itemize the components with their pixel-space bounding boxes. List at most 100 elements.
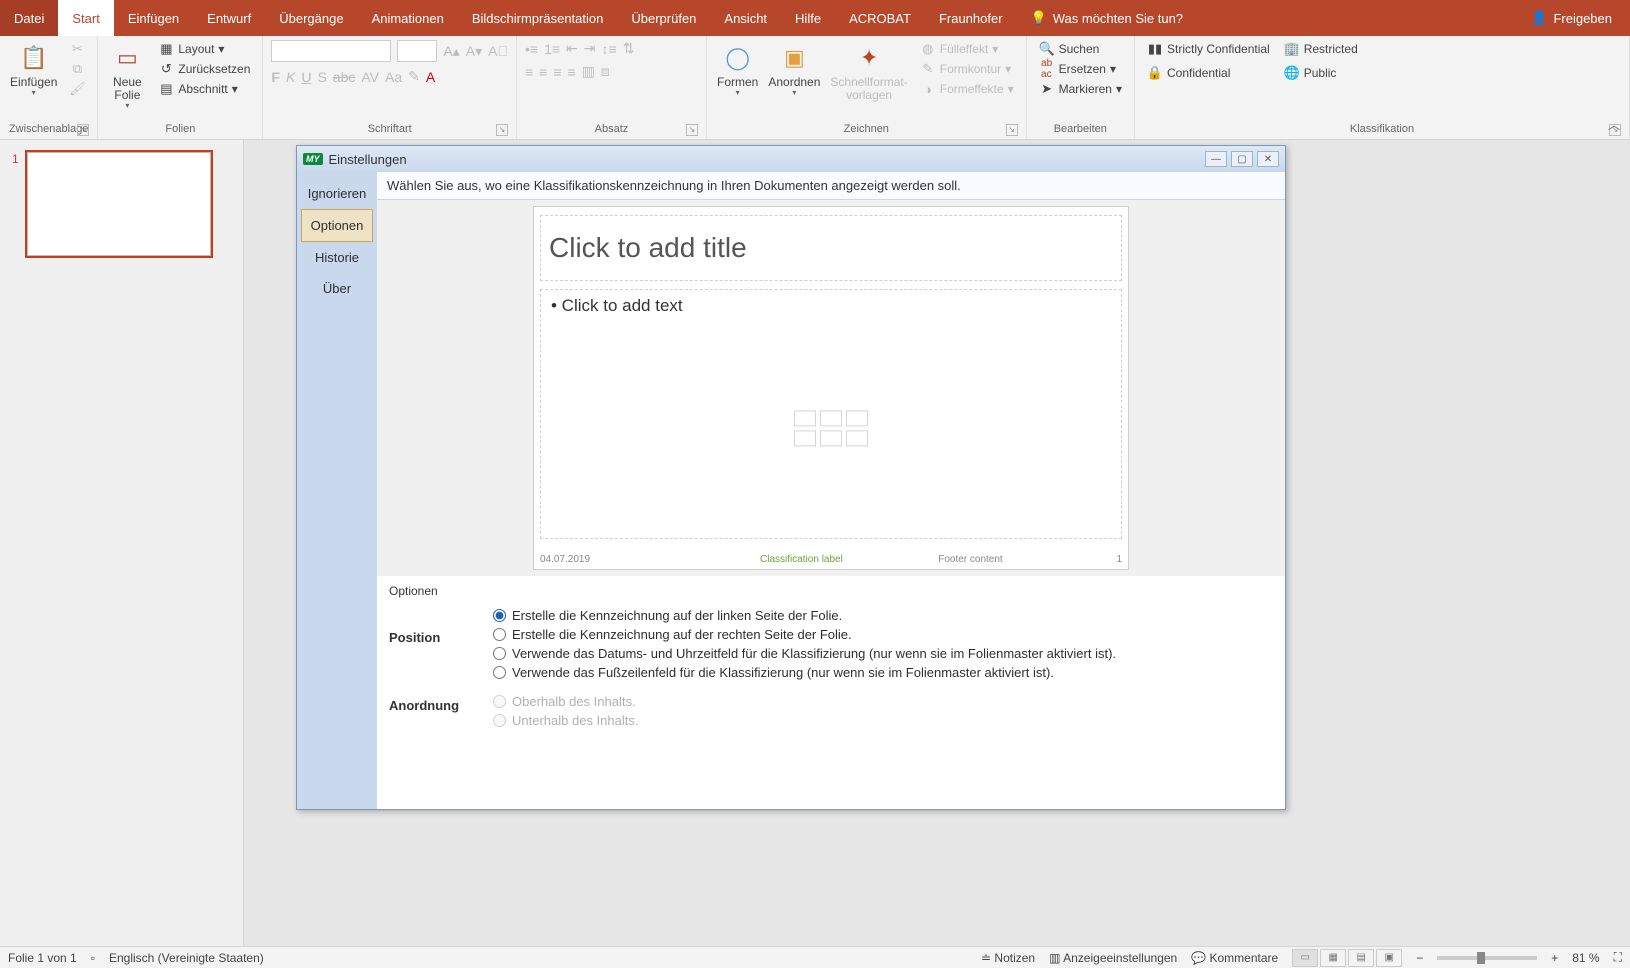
tell-me-label: Was möchten Sie tun? bbox=[1053, 11, 1183, 26]
dialog-launcher-icon[interactable]: ↘ bbox=[686, 124, 698, 136]
arrange-button[interactable]: ▣Anordnen▾ bbox=[766, 40, 822, 100]
spellcheck-icon[interactable]: ▫ bbox=[91, 951, 95, 965]
position-right-radio[interactable]: Erstelle die Kennzeichnung auf der recht… bbox=[493, 627, 1116, 642]
zoom-level[interactable]: 81 % bbox=[1572, 951, 1599, 965]
order-above-radio[interactable]: Oberhalb des Inhalts. bbox=[493, 694, 638, 709]
sidebar-item-history[interactable]: Historie bbox=[297, 242, 377, 273]
sorter-view-button[interactable]: ▦ bbox=[1320, 949, 1346, 967]
decrease-font-icon[interactable]: A▾ bbox=[466, 43, 482, 60]
format-painter-button[interactable]: 🖌 bbox=[65, 80, 89, 98]
increase-font-icon[interactable]: A▴ bbox=[443, 43, 459, 60]
tab-slideshow[interactable]: Bildschirmpräsentation bbox=[458, 0, 618, 36]
find-button[interactable]: 🔍Suchen bbox=[1035, 40, 1126, 58]
cut-button[interactable]: ✂ bbox=[65, 40, 89, 58]
tab-transitions[interactable]: Übergänge bbox=[265, 0, 357, 36]
slideshow-view-button[interactable]: ▣ bbox=[1376, 949, 1402, 967]
minimize-button[interactable]: ― bbox=[1205, 151, 1227, 167]
tab-help[interactable]: Hilfe bbox=[781, 0, 835, 36]
shape-outline-button[interactable]: ✎Formkontur ▾ bbox=[916, 60, 1018, 78]
replace-button[interactable]: abacErsetzen ▾ bbox=[1035, 60, 1126, 78]
display-settings-button[interactable]: ▥ Anzeigeeinstellungen bbox=[1049, 951, 1177, 965]
increase-indent-button[interactable]: ⇥ bbox=[584, 40, 596, 57]
bold-button[interactable]: F bbox=[271, 69, 280, 85]
select-button[interactable]: ➤Markieren ▾ bbox=[1035, 80, 1126, 98]
quick-styles-button[interactable]: ✦Schnellformat-vorlagen bbox=[828, 40, 909, 104]
reset-button[interactable]: ↺Zurücksetzen bbox=[154, 60, 254, 78]
text-direction-button[interactable]: ⇅ bbox=[623, 40, 635, 57]
justify-button[interactable]: ≡ bbox=[568, 64, 576, 80]
sidebar-item-ignore[interactable]: Ignorieren bbox=[297, 178, 377, 209]
paste-button[interactable]: 📋 Einfügen ▾ bbox=[8, 40, 59, 100]
char-spacing-button[interactable]: AV bbox=[361, 69, 379, 85]
tab-design[interactable]: Entwurf bbox=[193, 0, 265, 36]
preview-date: 04.07.2019 bbox=[540, 554, 650, 565]
comments-button[interactable]: 💬 Kommentare bbox=[1191, 951, 1278, 965]
confidential-button[interactable]: 🔒Confidential bbox=[1143, 64, 1274, 82]
close-button[interactable]: ✕ bbox=[1257, 151, 1279, 167]
position-footer-radio[interactable]: Verwende das Fußzeilenfeld für die Klass… bbox=[493, 665, 1116, 680]
underline-button[interactable]: U bbox=[301, 69, 311, 85]
position-left-radio[interactable]: Erstelle die Kennzeichnung auf der linke… bbox=[493, 608, 1116, 623]
highlight-button[interactable]: ✎ bbox=[408, 68, 420, 85]
language-indicator[interactable]: Englisch (Vereinigte Staaten) bbox=[109, 951, 264, 965]
shapes-button[interactable]: ◯Formen▾ bbox=[715, 40, 760, 100]
align-left-button[interactable]: ≡ bbox=[525, 64, 533, 80]
section-button[interactable]: ▤Abschnitt ▾ bbox=[154, 80, 254, 98]
order-below-radio[interactable]: Unterhalb des Inhalts. bbox=[493, 713, 638, 728]
copy-button[interactable]: ⧉ bbox=[65, 60, 89, 78]
public-button[interactable]: 🌐Public bbox=[1280, 64, 1362, 82]
clear-format-icon[interactable]: A⃠ bbox=[488, 43, 508, 59]
layout-button[interactable]: ▦Layout ▾ bbox=[154, 40, 254, 58]
font-family-combo[interactable] bbox=[271, 40, 391, 62]
change-case-button[interactable]: Aa bbox=[385, 69, 402, 85]
sidebar-item-about[interactable]: Über bbox=[297, 273, 377, 304]
bullets-button[interactable]: •≡ bbox=[525, 41, 538, 57]
reading-view-button[interactable]: ▤ bbox=[1348, 949, 1374, 967]
zoom-out-button[interactable]: − bbox=[1416, 951, 1423, 965]
align-center-button[interactable]: ≡ bbox=[539, 64, 547, 80]
font-color-button[interactable]: A bbox=[426, 69, 435, 85]
tab-review[interactable]: Überprüfen bbox=[617, 0, 710, 36]
normal-view-button[interactable]: ▭ bbox=[1292, 949, 1318, 967]
dialog-launcher-icon[interactable]: ↘ bbox=[77, 124, 89, 136]
tab-animations[interactable]: Animationen bbox=[358, 0, 458, 36]
tell-me-search[interactable]: 💡 Was möchten Sie tun? bbox=[1017, 0, 1514, 36]
italic-button[interactable]: K bbox=[286, 69, 295, 85]
position-datetime-radio[interactable]: Verwende das Datums- und Uhrzeitfeld für… bbox=[493, 646, 1116, 661]
tab-file[interactable]: Datei bbox=[0, 0, 58, 36]
dialog-launcher-icon[interactable]: ↘ bbox=[496, 124, 508, 136]
strike-button[interactable]: abc bbox=[333, 69, 356, 85]
smartart-button[interactable]: ⧈ bbox=[601, 63, 610, 80]
dialog-titlebar[interactable]: MY Einstellungen ― ▢ ✕ bbox=[297, 146, 1285, 172]
scissors-icon: ✂ bbox=[69, 41, 85, 57]
tab-insert[interactable]: Einfügen bbox=[114, 0, 193, 36]
restricted-button[interactable]: 🏢Restricted bbox=[1280, 40, 1362, 58]
zoom-slider[interactable] bbox=[1437, 956, 1537, 960]
shape-fill-button[interactable]: ◍Fülleffekt ▾ bbox=[916, 40, 1018, 58]
slide-thumbnail-1[interactable] bbox=[27, 152, 211, 256]
zoom-slider-thumb[interactable] bbox=[1477, 952, 1485, 964]
line-spacing-button[interactable]: ↕≡ bbox=[602, 41, 617, 57]
tab-home[interactable]: Start bbox=[58, 0, 113, 36]
strictly-confidential-button[interactable]: ▮▮Strictly Confidential bbox=[1143, 40, 1274, 58]
columns-button[interactable]: ▥ bbox=[582, 63, 595, 80]
collapse-ribbon-button[interactable]: ︿ bbox=[1608, 116, 1620, 133]
decrease-indent-button[interactable]: ⇤ bbox=[566, 40, 578, 57]
zoom-in-button[interactable]: + bbox=[1551, 951, 1558, 965]
tab-view[interactable]: Ansicht bbox=[710, 0, 781, 36]
fit-to-window-button[interactable]: ⛶ bbox=[1614, 950, 1622, 965]
font-size-combo[interactable] bbox=[397, 40, 437, 62]
share-button[interactable]: 👤 Freigeben bbox=[1513, 0, 1630, 36]
notes-button[interactable]: ≐ Notizen bbox=[981, 951, 1035, 965]
maximize-button[interactable]: ▢ bbox=[1231, 151, 1253, 167]
tab-acrobat[interactable]: ACROBAT bbox=[835, 0, 925, 36]
tab-fraunhofer[interactable]: Fraunhofer bbox=[925, 0, 1017, 36]
shadow-button[interactable]: S bbox=[317, 69, 326, 85]
numbering-button[interactable]: 1≡ bbox=[544, 41, 560, 57]
sidebar-item-options[interactable]: Optionen bbox=[301, 209, 373, 242]
new-slide-button[interactable]: ▭ Neue Folie▾ bbox=[106, 40, 148, 113]
align-right-button[interactable]: ≡ bbox=[553, 64, 561, 80]
preview-body-placeholder: • Click to add text bbox=[540, 289, 1122, 539]
shape-effects-button[interactable]: ◑Formeffekte ▾ bbox=[916, 80, 1018, 98]
dialog-launcher-icon[interactable]: ↘ bbox=[1006, 124, 1018, 136]
